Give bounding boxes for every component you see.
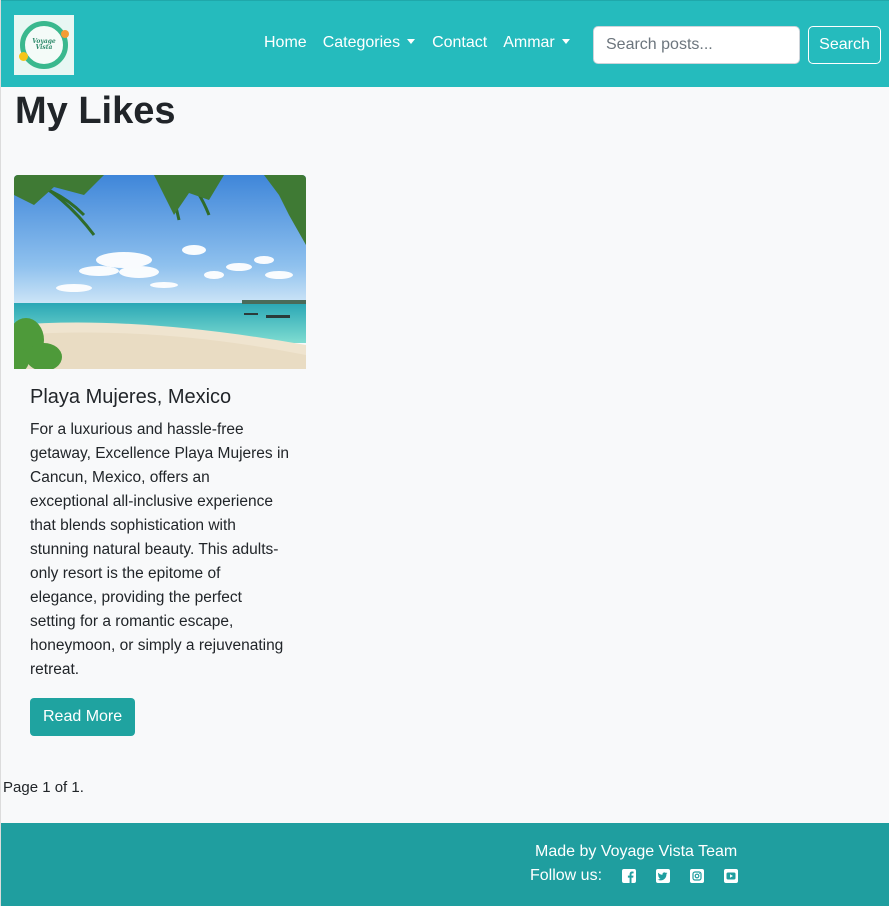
card-body: Playa Mujeres, Mexico For a luxurious an…	[14, 369, 306, 736]
post-card: Playa Mujeres, Mexico For a luxurious an…	[14, 175, 306, 736]
logo-text: Voyage Vista	[32, 38, 56, 51]
nav-categories-dropdown[interactable]: Categories	[322, 34, 416, 52]
brand-logo[interactable]: Voyage Vista	[14, 15, 74, 75]
card-title: Playa Mujeres, Mexico	[30, 386, 232, 408]
card-image[interactable]	[14, 175, 306, 369]
card-description: For a luxurious and hassle-free getaway,…	[30, 421, 290, 678]
nav-user-label: Ammar	[503, 34, 555, 51]
social-links	[622, 869, 758, 883]
nav-contact-link[interactable]: Contact	[432, 34, 487, 52]
nav-user-dropdown[interactable]: Ammar	[503, 34, 570, 52]
nav-categories-label: Categories	[322, 34, 401, 51]
facebook-icon[interactable]	[622, 869, 637, 883]
footer-follow: Follow us:	[530, 867, 758, 885]
caret-down-icon	[561, 39, 570, 44]
follow-label: Follow us:	[530, 867, 603, 884]
caret-down-icon	[407, 39, 416, 44]
nav-links: Home Categories Contact Ammar	[264, 34, 570, 52]
read-more-button[interactable]: Read More	[30, 698, 136, 736]
search-button[interactable]: Search	[808, 26, 881, 64]
navbar: Voyage Vista Home Categories Contact Amm…	[1, 0, 889, 87]
search-input[interactable]	[593, 26, 800, 64]
logo-wreath-icon: Voyage Vista	[19, 21, 69, 69]
page-title: My Likes	[15, 90, 176, 132]
footer-credit: Made by Voyage Vista Team	[535, 843, 738, 860]
footer: Made by Voyage Vista Team Follow us:	[1, 823, 889, 906]
pagination-text: Page 1 of 1.	[3, 779, 84, 796]
twitter-icon[interactable]	[656, 869, 671, 883]
youtube-icon[interactable]	[724, 869, 739, 883]
nav-home-link[interactable]: Home	[264, 34, 307, 52]
instagram-icon[interactable]	[690, 869, 705, 883]
